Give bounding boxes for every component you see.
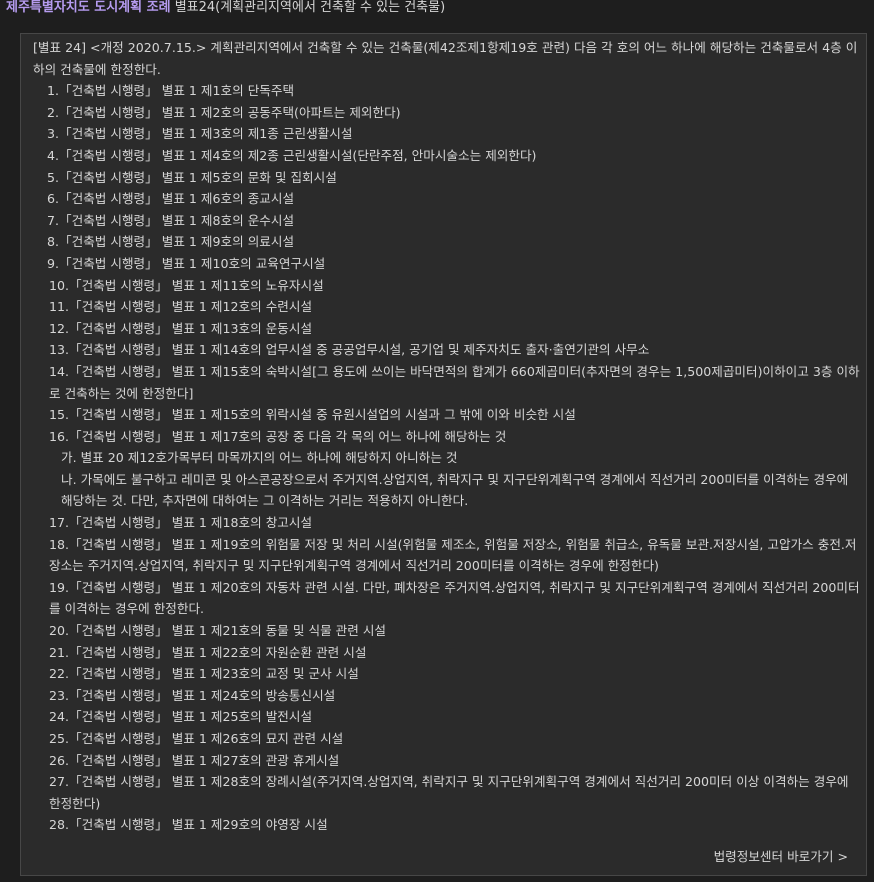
item-number: 25.	[49, 731, 70, 746]
list-item: 21.「건축법 시행령」 별표 1 제22호의 자원순환 관련 시설	[33, 642, 861, 664]
item-number: 22.	[49, 666, 70, 682]
intro-paragraph: [별표 24] <개정 2020.7.15.> 계획관리지역에서 건축할 수 있…	[33, 40, 858, 77]
item-text: 「건축법 시행령」 별표 1 제20호의 자동차 관련 시설. 다만, 폐차장은…	[49, 579, 860, 617]
item-number: 9.	[47, 255, 60, 271]
item-number: 15.	[49, 407, 70, 423]
list-item: 4.「건축법 시행령」 별표 1 제4호의 제2종 근린생활시설(단란주점, 안…	[33, 145, 861, 167]
item-number: 4.	[47, 147, 60, 163]
list-item: 13.「건축법 시행령」 별표 1 제14호의 업무시설 중 공공업무시설, 공…	[33, 339, 861, 361]
list-item: 9.「건축법 시행령」 별표 1 제10호의 교육연구시설	[33, 253, 861, 275]
item-text: 「건축법 시행령」 별표 1 제19호의 위험물 저장 및 처리 시설(위험물 …	[49, 536, 857, 574]
item-number: 23.	[49, 687, 70, 703]
item-list: 1.「건축법 시행령」 별표 1 제1호의 단독주택 2.「건축법 시행령」 별표…	[33, 80, 861, 836]
page-header: 제주특별자치도 도시계획 조례 별표24(계획관리지역에서 건축할 수 있는 건…	[6, 0, 445, 22]
item-text: 「건축법 시행령」 별표 1 제3호의 제1종 근린생활시설	[59, 126, 353, 142]
item-number: 19.	[49, 579, 70, 595]
ordinance-link[interactable]: 제주특별자치도 도시계획 조례	[6, 0, 171, 15]
item-number: 17.	[49, 515, 70, 531]
item-text: 「건축법 시행령」 별표 1 제24호의 방송통신시설	[69, 687, 336, 703]
item-text: 「건축법 시행령」 별표 1 제6호의 종교시설	[59, 191, 295, 207]
item-number: 28.	[49, 817, 70, 833]
law-center-link[interactable]: 법령정보센터 바로가기 >	[714, 846, 848, 865]
list-item: 11.「건축법 시행령」 별표 1 제12호의 수련시설	[33, 296, 861, 318]
item-number: 16.	[49, 428, 70, 444]
list-item: 12.「건축법 시행령」 별표 1 제13호의 운동시설	[33, 318, 861, 340]
item-number: 12.	[49, 320, 70, 336]
item-text: 「건축법 시행령」 별표 1 제12호의 수련시설	[69, 299, 313, 315]
list-item: 2.「건축법 시행령」 별표 1 제2호의 공동주택(아파트는 제외한다)	[33, 102, 861, 124]
item-text: 「건축법 시행령」 별표 1 제26호의 묘지 관련 시설	[69, 731, 344, 746]
item-number: 7.	[47, 212, 60, 228]
law-text: [별표 24] <개정 2020.7.15.> 계획관리지역에서 건축할 수 있…	[33, 37, 861, 836]
list-item: 10.「건축법 시행령」 별표 1 제11호의 노유자시설	[33, 275, 861, 297]
item-number: 5.	[47, 169, 60, 185]
content-panel: [별표 24] <개정 2020.7.15.> 계획관리지역에서 건축할 수 있…	[20, 33, 867, 876]
item-number: 18.	[49, 536, 70, 552]
list-item: 25.「건축법 시행령」 별표 1 제26호의 묘지 관련 시설	[33, 728, 861, 750]
item-number: 10.	[49, 277, 70, 293]
item-number: 27.	[49, 774, 70, 790]
item-text: 「건축법 시행령」 별표 1 제14호의 업무시설 중 공공업무시설, 공기업 …	[69, 342, 650, 358]
list-item: 5.「건축법 시행령」 별표 1 제5호의 문화 및 집회시설	[33, 167, 861, 189]
item-number: 21.	[49, 644, 70, 660]
list-item: 1.「건축법 시행령」 별표 1 제1호의 단독주택	[33, 80, 861, 102]
item-text: 「건축법 시행령」 별표 1 제5호의 문화 및 집회시설	[59, 169, 337, 185]
item-text: 「건축법 시행령」 별표 1 제1호의 단독주택	[59, 83, 295, 99]
list-item: 20.「건축법 시행령」 별표 1 제21호의 동물 및 식물 관련 시설	[33, 620, 861, 642]
item-number: 13.	[49, 342, 70, 358]
list-item: 3.「건축법 시행령」 별표 1 제3호의 제1종 근린생활시설	[33, 123, 861, 145]
list-item: 22.「건축법 시행령」 별표 1 제23호의 교정 및 군사 시설	[33, 663, 861, 685]
item-number: 6.	[47, 191, 60, 207]
item-text: 「건축법 시행령」 별표 1 제17호의 공장 중 다음 각 목의 어느 하나에…	[69, 428, 507, 444]
sub-item: 나. 가목에도 불구하고 레미콘 및 아스콘공장으로서 주거지역.상업지역, 취…	[61, 471, 849, 509]
item-number: 20.	[49, 623, 70, 639]
list-item: 7.「건축법 시행령」 별표 1 제8호의 운수시설	[33, 210, 861, 232]
list-item: 14.「건축법 시행령」 별표 1 제15호의 숙박시설[그 용도에 쓰이는 바…	[33, 361, 861, 404]
item-text: 「건축법 시행령」 별표 1 제13호의 운동시설	[69, 320, 313, 336]
item-text: 「건축법 시행령」 별표 1 제22호의 자원순환 관련 시설	[69, 644, 367, 660]
item-text: 「건축법 시행령」 별표 1 제15호의 위락시설 중 유원시설업의 시설과 그…	[69, 407, 576, 423]
item-text: 「건축법 시행령」 별표 1 제27호의 관광 휴게시설	[69, 752, 340, 768]
list-item: 18.「건축법 시행령」 별표 1 제19호의 위험물 저장 및 처리 시설(위…	[33, 534, 861, 577]
item-text: 「건축법 시행령」 별표 1 제8호의 운수시설	[59, 212, 295, 228]
list-item: 16.「건축법 시행령」 별표 1 제17호의 공장 중 다음 각 목의 어느 …	[33, 426, 861, 448]
item-number: 14.	[49, 363, 70, 379]
list-item: 24.「건축법 시행령」 별표 1 제25호의 발전시설	[33, 706, 861, 728]
list-item: 28.「건축법 시행령」 별표 1 제29호의 야영장 시설	[33, 814, 861, 836]
item-text: 「건축법 시행령」 별표 1 제15호의 숙박시설[그 용도에 쓰이는 바닥면적…	[49, 363, 860, 401]
list-item: 17.「건축법 시행령」 별표 1 제18호의 창고시설	[33, 512, 861, 534]
sub-item: 가. 별표 20 제12호가목부터 마목까지의 어느 하나에 해당하지 아니하는…	[61, 450, 458, 466]
item-number: 24.	[49, 709, 70, 725]
list-item: 6.「건축법 시행령」 별표 1 제6호의 종교시설	[33, 188, 861, 210]
page-title: 별표24(계획관리지역에서 건축할 수 있는 건축물)	[174, 0, 446, 15]
list-item: 8.「건축법 시행령」 별표 1 제9호의 의료시설	[33, 231, 861, 253]
item-text: 「건축법 시행령」 별표 1 제11호의 노유자시설	[69, 277, 324, 293]
item-number: 8.	[47, 234, 60, 250]
item-text: 「건축법 시행령」 별표 1 제2호의 공동주택(아파트는 제외한다)	[59, 104, 401, 120]
list-item: 23.「건축법 시행령」 별표 1 제24호의 방송통신시설	[33, 685, 861, 707]
item-text: 「건축법 시행령」 별표 1 제23호의 교정 및 군사 시설	[69, 666, 359, 682]
list-item: 19.「건축법 시행령」 별표 1 제20호의 자동차 관련 시설. 다만, 폐…	[33, 577, 861, 620]
item-number: 3.	[47, 126, 60, 142]
item-text: 「건축법 시행령」 별표 1 제18호의 창고시설	[69, 515, 313, 531]
item-number: 2.	[47, 104, 60, 120]
item-text: 「건축법 시행령」 별표 1 제9호의 의료시설	[59, 234, 295, 250]
list-item: 15.「건축법 시행령」 별표 1 제15호의 위락시설 중 유원시설업의 시설…	[33, 404, 861, 426]
item-text: 「건축법 시행령」 별표 1 제29호의 야영장 시설	[69, 817, 328, 833]
item-text: 「건축법 시행령」 별표 1 제28호의 장례시설(주거지역.상업지역, 취락지…	[49, 774, 849, 811]
item-text: 「건축법 시행령」 별표 1 제4호의 제2종 근린생활시설(단란주점, 안마시…	[59, 147, 537, 163]
item-number: 1.	[47, 83, 60, 99]
item-text: 「건축법 시행령」 별표 1 제25호의 발전시설	[69, 709, 313, 725]
item-text: 「건축법 시행령」 별표 1 제21호의 동물 및 식물 관련 시설	[69, 623, 387, 639]
list-item: 27.「건축법 시행령」 별표 1 제28호의 장례시설(주거지역.상업지역, …	[33, 771, 861, 814]
item-number: 11.	[49, 299, 70, 315]
list-item: 26.「건축법 시행령」 별표 1 제27호의 관광 휴게시설	[33, 750, 861, 772]
item-number: 26.	[49, 752, 70, 768]
item-text: 「건축법 시행령」 별표 1 제10호의 교육연구시설	[59, 255, 326, 271]
